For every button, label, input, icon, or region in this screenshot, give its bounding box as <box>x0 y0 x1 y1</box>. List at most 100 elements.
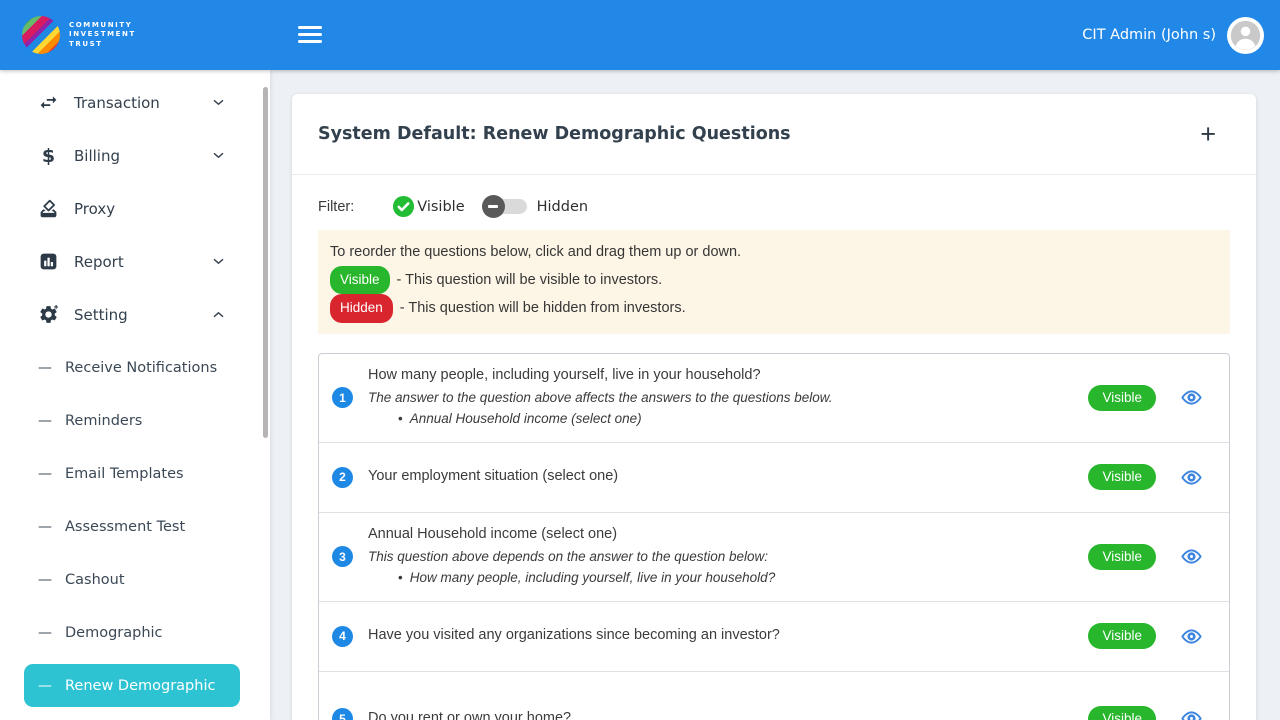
sidebar-item-receive-notifications[interactable]: —Receive Notifications <box>0 341 270 394</box>
hidden-legend-line: Hidden- This question will be hidden fro… <box>330 294 1218 323</box>
question-controls: Visible <box>1088 706 1203 720</box>
filter-visible-label[interactable]: Visible <box>417 199 464 215</box>
visibility-status-button[interactable]: Visible <box>1088 544 1156 570</box>
question-row[interactable]: 3Annual Household income (select one)Thi… <box>319 513 1229 602</box>
gear-icon <box>38 304 59 325</box>
question-title: Have you visited any organizations since… <box>368 625 1088 647</box>
dash-icon: — <box>38 572 52 588</box>
dash-icon: — <box>38 466 52 482</box>
hidden-badge: Hidden <box>330 294 393 323</box>
question-number-badge: 3 <box>332 546 353 567</box>
question-row[interactable]: 4Have you visited any organizations sinc… <box>319 602 1229 672</box>
dash-icon: — <box>38 625 52 641</box>
chevron-up-icon <box>211 307 226 322</box>
reorder-instruction: To reorder the questions below, click an… <box>330 240 1218 266</box>
question-text: How many people, including yourself, liv… <box>368 354 1088 441</box>
plus-icon[interactable]: + <box>1200 121 1216 148</box>
visibility-status-button[interactable]: Visible <box>1088 623 1156 649</box>
sidebar-item-billing[interactable]: $ Billing <box>0 129 270 182</box>
sidebar-item-label: Billing <box>74 147 211 165</box>
visibility-status-button[interactable]: Visible <box>1088 385 1156 411</box>
sidebar-subitem-label: Demographic <box>65 625 163 641</box>
card-header: System Default: Renew Demographic Questi… <box>292 94 1256 175</box>
toggle-off-icon[interactable] <box>487 199 527 214</box>
visible-legend-text: - This question will be visible to inves… <box>397 272 663 288</box>
question-title: Your employment situation (select one) <box>368 466 1088 488</box>
filter-row: Filter: Visible Hidden <box>318 195 1230 218</box>
reorder-info-box: To reorder the questions below, click an… <box>318 230 1230 334</box>
question-row[interactable]: 1 How many people, including yourself, li… <box>319 354 1229 443</box>
eye-icon[interactable] <box>1180 707 1203 720</box>
top-navigation-bar: COMMUNITY INVESTMENT TRUST CIT Admin (Jo… <box>0 0 1280 70</box>
eye-icon[interactable] <box>1180 386 1203 409</box>
cit-logo-icon <box>22 16 60 54</box>
avatar[interactable] <box>1227 17 1264 54</box>
questions-list: 1 How many people, including yourself, li… <box>318 353 1230 720</box>
filter-hidden-label[interactable]: Hidden <box>537 199 588 215</box>
sidebar-item-proxy[interactable]: Proxy <box>0 182 270 235</box>
logo-line: INVESTMENT <box>69 30 136 40</box>
sidebar-item-label: Setting <box>74 306 211 324</box>
question-text: Do you rent or own your home? <box>368 697 1088 720</box>
question-text: Have you visited any organizations since… <box>368 614 1088 658</box>
ballot-icon <box>38 198 59 219</box>
question-note: The answer to the question above affects… <box>368 387 1088 409</box>
question-title: How many people, including yourself, liv… <box>368 365 1088 387</box>
sidebar-subitem-label: Reminders <box>65 413 142 429</box>
sidebar-subitem-label: Assessment Test <box>65 519 185 535</box>
sidebar-navigation: Transaction$BillingProxyReportSetting —R… <box>0 70 270 720</box>
question-note: This question above depends on the answe… <box>368 546 1088 568</box>
chevron-down-icon <box>211 254 226 269</box>
sidebar-item-setting[interactable]: Setting <box>0 288 270 341</box>
sidebar-item-demographic[interactable]: — Demographic <box>0 606 270 659</box>
question-number-badge: 5 <box>332 708 353 720</box>
question-controls: Visible <box>1088 385 1203 411</box>
eye-icon[interactable] <box>1180 545 1203 568</box>
sidebar-item-label: Report <box>74 253 211 271</box>
logo-line: COMMUNITY <box>69 21 136 31</box>
sidebar-item-renew-demographic[interactable]: — Renew Demographic <box>24 664 240 707</box>
eye-icon[interactable] <box>1180 466 1203 489</box>
dash-icon: — <box>38 519 52 535</box>
question-text: Your employment situation (select one) <box>368 455 1088 499</box>
swap-icon <box>38 92 59 113</box>
filter-label: Filter: <box>318 199 354 215</box>
main-content: System Default: Renew Demographic Questi… <box>270 70 1280 720</box>
sidebar-subitem-label: Email Templates <box>65 466 184 482</box>
check-circle-icon[interactable] <box>392 195 415 218</box>
sidebar-item-reminders[interactable]: —Reminders <box>0 394 270 447</box>
question-controls: Visible <box>1088 464 1203 490</box>
dollar-icon: $ <box>38 145 59 166</box>
sidebar-subitem-label: Renew Demographic <box>65 678 215 694</box>
sidebar-subitem-label: Cashout <box>65 572 125 588</box>
logo-line: TRUST <box>69 40 136 50</box>
question-number-badge: 1 <box>332 387 353 408</box>
sidebar-item-cashout[interactable]: — Cashout <box>0 553 270 606</box>
sidebar-scrollbar[interactable] <box>263 87 268 438</box>
sidebar-item-email-templates[interactable]: — Email Templates <box>0 447 270 500</box>
hamburger-menu-icon[interactable] <box>298 26 322 43</box>
brand-logo[interactable]: COMMUNITY INVESTMENT TRUST <box>22 16 136 54</box>
visibility-status-button[interactable]: Visible <box>1088 464 1156 490</box>
user-menu[interactable]: CIT Admin (John s) <box>1082 0 1264 70</box>
sidebar-item-label: Transaction <box>74 94 211 112</box>
sidebar-item-assessment-test[interactable]: — Assessment Test <box>0 500 270 553</box>
sidebar-item-report[interactable]: Report <box>0 235 270 288</box>
question-controls: Visible <box>1088 623 1203 649</box>
chevron-down-icon <box>211 148 226 163</box>
logo-text: COMMUNITY INVESTMENT TRUST <box>69 21 136 50</box>
dash-icon: — <box>38 678 52 694</box>
question-dependency: •Annual Household income (select one) <box>368 408 1088 430</box>
person-icon <box>1229 19 1262 52</box>
question-dependency: •How many people, including yourself, li… <box>368 567 1088 589</box>
question-row[interactable]: 5 Do you rent or own your home?Visible <box>319 672 1229 720</box>
eye-icon[interactable] <box>1180 625 1203 648</box>
question-row[interactable]: 2 Your employment situation (select one)V… <box>319 443 1229 513</box>
sidebar-item-transaction[interactable]: Transaction <box>0 76 270 129</box>
chevron-down-icon <box>211 95 226 110</box>
bar-chart-icon <box>38 251 59 272</box>
question-number-badge: 2 <box>332 467 353 488</box>
question-controls: Visible <box>1088 544 1203 570</box>
visibility-status-button[interactable]: Visible <box>1088 706 1156 720</box>
question-title: Do you rent or own your home? <box>368 708 1088 720</box>
